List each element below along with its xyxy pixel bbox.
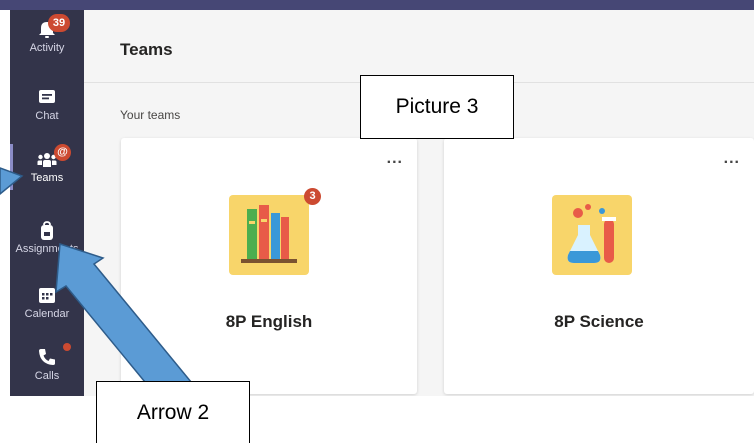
picture-callout: Picture 3 <box>360 75 514 139</box>
blue-arrow-1-icon <box>0 167 24 195</box>
arrow-callout: Arrow 2 <box>96 381 250 443</box>
annotation-overlay <box>0 167 198 412</box>
